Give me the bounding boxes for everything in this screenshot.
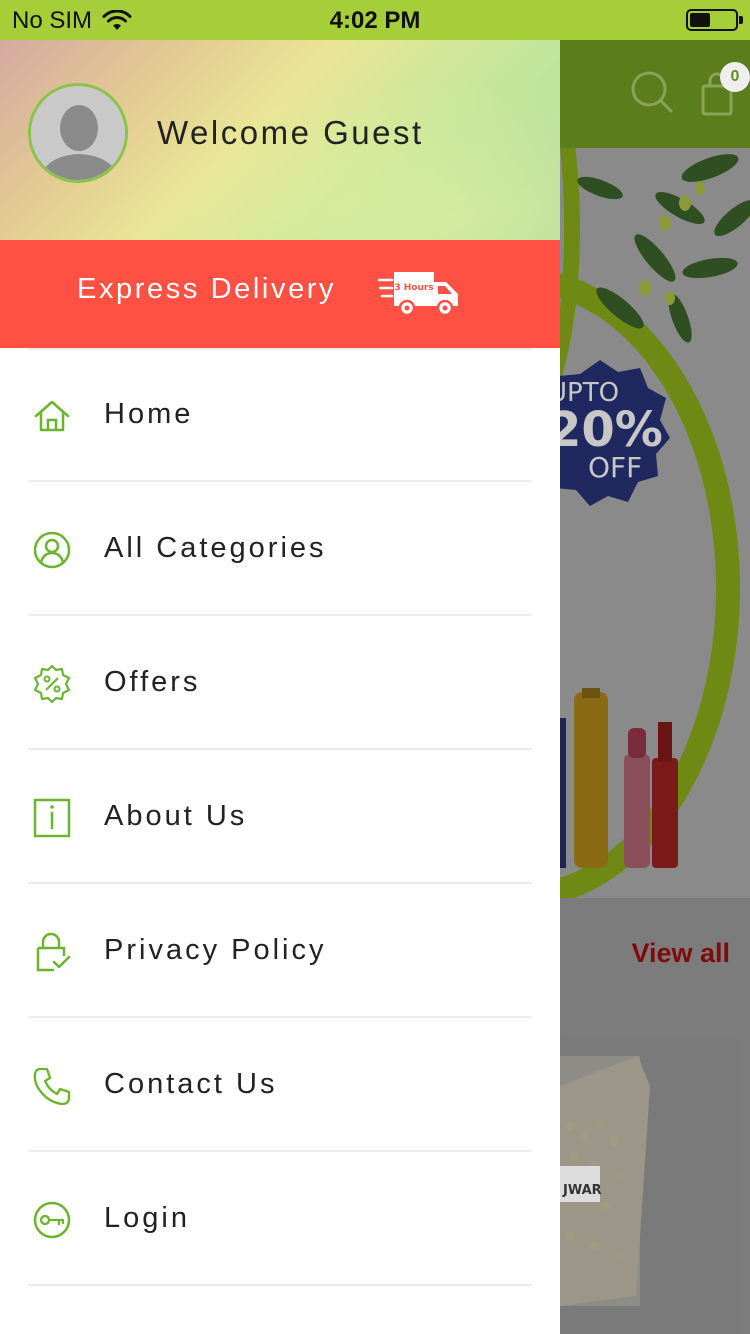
drawer-menu: Home All Categories Offers About Us Priv…: [0, 348, 560, 1286]
menu-item-home[interactable]: Home: [0, 348, 560, 482]
wifi-icon: [102, 10, 132, 30]
carrier-label: No SIM: [12, 7, 93, 34]
welcome-text: Welcome Guest: [157, 114, 424, 151]
menu-label-login: Login: [104, 1202, 190, 1234]
info-icon: [33, 798, 71, 838]
phone-icon: [33, 1067, 71, 1106]
neem-leaves-image: [577, 154, 750, 343]
home-icon: [34, 400, 70, 432]
side-drawer: Welcome Guest Express Delivery 3 Hours H…: [0, 40, 560, 1334]
svg-text:JWAR: JWAR: [562, 1183, 602, 1198]
express-delivery-label: Express Delivery: [77, 273, 337, 305]
menu-item-all-categories[interactable]: All Categories: [0, 482, 560, 616]
battery-icon: [686, 9, 743, 31]
privacy-icon: [36, 932, 71, 972]
menu-label-offers: Offers: [104, 666, 201, 698]
cart-count-badge: 0: [720, 62, 750, 92]
status-bar: No SIM 4:02 PM: [0, 0, 750, 40]
product-image: JWAR: [560, 1056, 650, 1306]
menu-label-about-us: About Us: [104, 800, 248, 832]
truck-badge-text: 3 Hours: [394, 283, 433, 293]
menu-item-login[interactable]: Login: [0, 1152, 560, 1286]
promo-banner[interactable]: UPTO 20% OFF: [560, 148, 750, 898]
menu-item-privacy-policy[interactable]: Privacy Policy: [0, 884, 560, 1018]
user-placeholder-icon: [31, 86, 125, 180]
menu-item-contact-us[interactable]: Contact Us: [0, 1018, 560, 1152]
product-card[interactable]: JWAR: [560, 1038, 740, 1334]
offer-text: UPTO 20% OFF: [560, 378, 663, 484]
menu-label-contact-us: Contact Us: [104, 1068, 278, 1100]
delivery-truck-icon: 3 Hours: [378, 272, 458, 317]
background-screen[interactable]: 0 UPTO 20%: [560, 40, 750, 1334]
view-all-link[interactable]: View all: [631, 938, 730, 969]
menu-label-home: Home: [104, 398, 194, 430]
menu-item-offers[interactable]: Offers: [0, 616, 560, 750]
menu-label-all-categories: All Categories: [104, 532, 327, 564]
status-left: No SIM: [12, 7, 132, 35]
avatar[interactable]: [28, 83, 128, 183]
search-icon[interactable]: [630, 70, 674, 114]
menu-item-about-us[interactable]: About Us: [0, 750, 560, 884]
express-delivery-banner[interactable]: Express Delivery 3 Hours: [0, 240, 560, 348]
offers-icon: [33, 664, 71, 704]
key-icon: [33, 1201, 71, 1239]
drawer-header: Welcome Guest: [0, 40, 560, 240]
cosmetics-products-image: [560, 688, 678, 868]
menu-label-privacy-policy: Privacy Policy: [104, 934, 327, 966]
categories-icon: [33, 531, 71, 569]
